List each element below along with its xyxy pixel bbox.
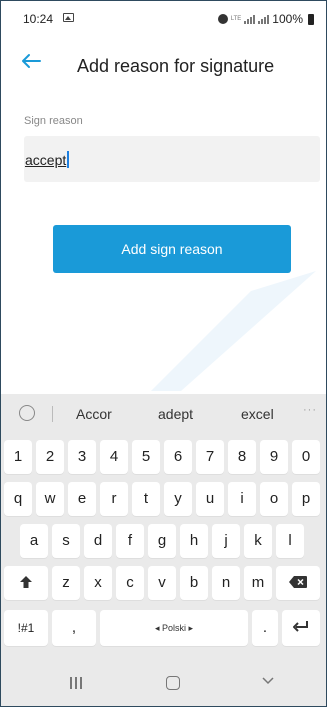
key-4[interactable]: 4 [100,440,128,474]
key-d[interactable]: d [84,524,112,558]
suggestion-2[interactable]: adept [158,406,193,422]
sign-reason-label: Sign reason [24,115,83,127]
key-n[interactable]: n [212,566,240,600]
status-icons: LTE 100% [217,12,314,26]
key-1[interactable]: 1 [4,440,32,474]
key-8[interactable]: 8 [228,440,256,474]
backspace-icon [289,576,307,588]
more-suggestions-icon[interactable]: ··· [303,404,317,416]
sign-reason-input[interactable]: accept [24,136,320,182]
key-j[interactable]: j [212,524,240,558]
key-2[interactable]: 2 [36,440,64,474]
battery-percent: 100% [272,12,303,26]
back-chevron-icon[interactable] [262,675,274,687]
suggestion-divider [52,406,53,422]
suggestion-bar: Accor adept excel ··· [1,394,326,434]
period-key[interactable]: . [252,610,278,646]
key-i[interactable]: i [228,482,256,516]
text-cursor [67,151,70,168]
key-9[interactable]: 9 [260,440,288,474]
suggestion-1[interactable]: Accor [76,406,112,422]
shift-key[interactable] [4,566,48,600]
app-bar: Add reason for signature [1,35,326,87]
key-b[interactable]: b [180,566,208,600]
key-u[interactable]: u [196,482,224,516]
key-r[interactable]: r [100,482,128,516]
recents-icon[interactable] [70,677,82,689]
status-bar: 10:24 LTE 100% [1,1,326,35]
key-a[interactable]: a [20,524,48,558]
watermark-logo [151,271,316,391]
page-title: Add reason for signature [77,56,275,76]
key-0[interactable]: 0 [292,440,320,474]
key-p[interactable]: p [292,482,320,516]
arrow-left-icon[interactable] [21,53,41,69]
battery-icon [308,13,314,25]
status-time: 10:24 [23,12,54,26]
key-x[interactable]: x [84,566,112,600]
signal-icon [258,14,270,24]
key-c[interactable]: c [116,566,144,600]
shift-icon [20,576,32,588]
key-k[interactable]: k [244,524,272,558]
key-g[interactable]: g [148,524,176,558]
sign-reason-value: accept [25,151,70,168]
key-m[interactable]: m [244,566,272,600]
home-icon[interactable] [166,676,180,690]
system-nav-bar [1,659,326,706]
key-z[interactable]: z [52,566,80,600]
comma-key[interactable]: , [52,610,96,646]
key-e[interactable]: e [68,482,96,516]
image-icon [63,13,74,22]
key-7[interactable]: 7 [196,440,224,474]
enter-key[interactable] [282,610,320,646]
key-5[interactable]: 5 [132,440,160,474]
backspace-key[interactable] [276,566,320,600]
key-s[interactable]: s [52,524,80,558]
key-t[interactable]: t [132,482,160,516]
add-sign-reason-button[interactable]: Add sign reason [53,225,291,273]
key-l[interactable]: l [276,524,304,558]
key-q[interactable]: q [4,482,32,516]
key-y[interactable]: y [164,482,192,516]
enter-icon [292,621,308,632]
key-v[interactable]: v [148,566,176,600]
key-3[interactable]: 3 [68,440,96,474]
key-o[interactable]: o [260,482,288,516]
signal-icon [244,14,256,24]
suggestion-3[interactable]: excel [241,406,274,422]
space-key[interactable]: ◂ Polski ▸ [100,610,248,646]
key-6[interactable]: 6 [164,440,192,474]
emoji-icon[interactable] [19,405,35,421]
phone-screen: 10:24 LTE 100% Add reason for signature … [0,0,327,707]
symbols-key[interactable]: !#1 [4,610,48,646]
key-h[interactable]: h [180,524,208,558]
key-w[interactable]: w [36,482,64,516]
key-f[interactable]: f [116,524,144,558]
network-type: LTE [230,16,242,22]
alarm-icon [217,14,228,24]
